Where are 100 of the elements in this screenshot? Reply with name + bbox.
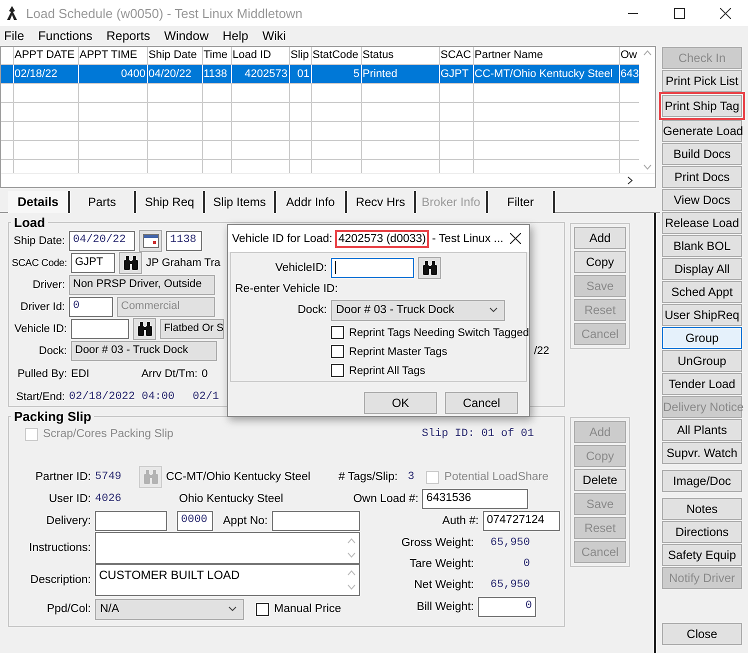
menu-item[interactable]: File [4, 29, 24, 43]
action-button[interactable]: Copy [574, 251, 626, 273]
search-button[interactable] [119, 252, 142, 274]
search-button[interactable] [133, 318, 156, 340]
column-header[interactable]: APPT TIME [78, 47, 147, 64]
text-area[interactable] [95, 532, 360, 564]
action-button[interactable]: Display All [662, 258, 742, 280]
grid-cell[interactable]: 643 [619, 64, 639, 83]
checkbox[interactable] [331, 345, 344, 358]
menu-item[interactable]: Reports [106, 29, 150, 43]
text-area[interactable]: CUSTOMER BUILT LOAD [95, 564, 360, 596]
minimize-icon[interactable] [628, 12, 638, 14]
action-button[interactable]: All Plants [662, 419, 742, 441]
tab[interactable]: Recv Hrs [347, 191, 416, 213]
dropdown[interactable]: N/A [95, 598, 244, 620]
grid-cell[interactable]: 0400 [78, 64, 147, 83]
input-field[interactable]: GJPT [71, 253, 115, 273]
input-field[interactable]: 0 [69, 297, 113, 317]
action-button[interactable]: Safety Equip [662, 544, 742, 566]
action-button[interactable]: Tender Load [662, 373, 742, 395]
dialog-button[interactable]: OK [364, 392, 437, 414]
grid-cell[interactable]: 01 [289, 64, 311, 83]
app-icon [6, 6, 18, 20]
action-button[interactable]: Notes [662, 498, 742, 520]
action-button[interactable]: View Docs [662, 189, 742, 211]
action-button[interactable]: Supvr. Watch [662, 442, 742, 464]
column-header[interactable]: Slip [289, 47, 311, 64]
action-button[interactable]: Group [662, 327, 742, 349]
scroll-right-icon[interactable] [627, 176, 633, 185]
input-field[interactable] [71, 319, 129, 339]
action-button[interactable]: Image/Doc [662, 470, 742, 492]
tab[interactable]: Filter [488, 191, 555, 213]
menu-item[interactable]: Functions [38, 29, 92, 43]
column-header[interactable]: SCAC [439, 47, 473, 64]
grid-cell[interactable]: 5 [311, 64, 361, 83]
action-button[interactable]: Generate Load [662, 120, 742, 142]
grid-cell[interactable]: 02/18/22 [13, 64, 78, 83]
action-button[interactable]: UnGroup [662, 350, 742, 372]
tab[interactable]: Ship Req [136, 191, 205, 213]
grid-cell[interactable]: 4202573 [231, 64, 289, 83]
input-field[interactable]: 04/20/22 [69, 231, 135, 251]
tab[interactable]: Slip Items [205, 191, 276, 213]
column-header[interactable]: Status [361, 47, 439, 64]
input-field[interactable]: 074727124 [482, 511, 560, 531]
action-button[interactable]: Sched Appt [662, 281, 742, 303]
action-button[interactable]: Build Docs [662, 143, 742, 165]
maximize-icon[interactable] [674, 8, 684, 18]
group-title: Load [13, 215, 46, 230]
dropdown[interactable]: Door # 03 - Truck Dock [331, 300, 505, 320]
column-header[interactable]: APPT DATE [13, 47, 78, 64]
checkbox[interactable] [331, 364, 344, 377]
binoculars-icon [422, 261, 438, 275]
grid-cell[interactable]: Printed [361, 64, 439, 83]
column-header[interactable]: Load ID [231, 47, 289, 64]
dialog-button[interactable]: Cancel [445, 392, 518, 414]
action-button[interactable]: User ShipReq [662, 304, 742, 326]
input-field[interactable]: Non PRSP Driver, Outside [69, 275, 215, 295]
column-header[interactable]: Partner Name [473, 47, 619, 64]
action-button[interactable]: Close [662, 623, 742, 645]
menu-item[interactable]: Window [164, 29, 209, 43]
checkbox[interactable] [256, 602, 269, 616]
action-button[interactable]: Add [574, 227, 626, 249]
input-field[interactable]: 1138 [166, 231, 202, 251]
search-button[interactable] [418, 257, 441, 279]
tab[interactable]: Parts [70, 191, 136, 213]
input-field[interactable]: Door # 03 - Truck Dock [71, 341, 217, 361]
field-label: Arrv Dt/Tm: [141, 368, 198, 380]
tab[interactable]: Addr Info [276, 191, 347, 213]
action-button[interactable]: Release Load [662, 212, 742, 234]
input-field[interactable] [331, 258, 414, 278]
calendar-button[interactable] [139, 230, 162, 252]
action-button[interactable]: Print Pick List [662, 70, 742, 92]
field-value: 5749 [95, 471, 122, 483]
action-button[interactable]: Print Docs [662, 166, 742, 188]
menu-item[interactable]: Help [222, 29, 248, 43]
grid-cell[interactable]: 04/20/22 [147, 64, 202, 83]
grid-cell[interactable]: 1138 [202, 64, 231, 83]
input-field[interactable]: 0000 [177, 511, 213, 531]
grid-cell[interactable]: CC-MT/Ohio Kentucky Steel [473, 64, 619, 83]
input-field[interactable] [272, 511, 360, 531]
action-button[interactable]: Delete [574, 469, 626, 491]
input-field[interactable]: 6431536 [422, 489, 528, 509]
close-icon[interactable] [510, 233, 521, 244]
tab[interactable]: Details [8, 191, 70, 213]
field-value: CUSTOMER BUILT LOAD [99, 568, 241, 584]
column-header[interactable]: Time [202, 47, 231, 64]
action-button[interactable]: Directions [662, 521, 742, 543]
checkbox[interactable] [331, 326, 344, 339]
column-header[interactable]: Ship Date [147, 47, 202, 64]
column-header[interactable]: StatCode [311, 47, 361, 64]
input-field[interactable]: Flatbed Or S [160, 319, 224, 339]
input-field[interactable]: 0 [478, 597, 536, 617]
grid-cell[interactable]: GJPT [439, 64, 473, 83]
dialog-title: - Test Linux ... [432, 232, 504, 244]
action-button[interactable]: Blank BOL [662, 235, 742, 257]
field-label: Pulled By: [16, 368, 67, 380]
action-button[interactable]: Print Ship Tag [662, 95, 742, 117]
input-field[interactable] [95, 511, 167, 531]
menu-item[interactable]: Wiki [262, 29, 286, 43]
close-icon[interactable] [720, 8, 730, 18]
